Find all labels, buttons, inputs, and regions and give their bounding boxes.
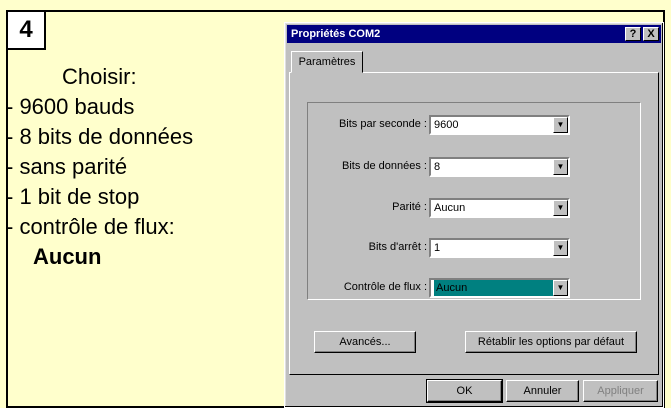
data-bits-value: 8	[434, 161, 441, 173]
instruction-emphasis: Aucun	[33, 244, 102, 269]
field-row-data-bits: Bits de données : 8 ▼	[285, 157, 665, 177]
instruction-item: - sans parité	[6, 154, 128, 179]
stop-bits-label: Bits d'arrêt :	[368, 241, 427, 253]
flow-control-select[interactable]: Aucun ▼	[429, 278, 570, 298]
field-row-flow-control: Contrôle de flux : Aucun ▼	[285, 278, 665, 298]
flow-control-value: Aucun	[434, 280, 554, 296]
close-button[interactable]: X	[643, 27, 659, 41]
chevron-down-icon[interactable]: ▼	[553, 117, 568, 133]
parity-value: Aucun	[434, 202, 466, 214]
apply-button[interactable]: Appliquer	[583, 380, 658, 402]
instruction-item: - 9600 bauds	[6, 94, 135, 119]
stop-bits-select[interactable]: 1 ▼	[429, 238, 570, 258]
chevron-down-icon[interactable]: ▼	[553, 159, 568, 175]
chevron-down-icon[interactable]: ▼	[553, 240, 568, 256]
dialog-title: Propriétés COM2	[291, 28, 381, 40]
stop-bits-value: 1	[434, 242, 441, 254]
chevron-down-icon[interactable]: ▼	[553, 280, 568, 296]
data-bits-label: Bits de données :	[341, 160, 427, 172]
flow-control-label: Contrôle de flux :	[343, 281, 427, 293]
cancel-button[interactable]: Annuler	[506, 380, 579, 402]
restore-defaults-button[interactable]: Rétablir les options par défaut	[465, 331, 637, 353]
field-row-parity: Parité : Aucun ▼	[285, 198, 665, 218]
instructions: Choisir: - 9600 bauds - 8 bits de donnée…	[6, 62, 193, 272]
instruction-item: - contrôle de flux:	[6, 214, 175, 239]
step-number-badge: 4	[6, 10, 46, 50]
field-row-bits-per-second: Bits par seconde : 9600 ▼	[285, 115, 665, 135]
instruction-item: - 8 bits de données	[6, 124, 194, 149]
com-properties-dialog: Propriétés COM2 ? X Paramètres Bits par …	[284, 22, 664, 408]
parity-label: Parité :	[392, 201, 427, 213]
help-button[interactable]: ?	[625, 27, 641, 41]
bits-per-second-label: Bits par seconde :	[338, 118, 427, 130]
data-bits-select[interactable]: 8 ▼	[429, 157, 570, 177]
instructions-title: Choisir:	[62, 64, 137, 89]
ok-button[interactable]: OK	[426, 379, 503, 403]
field-row-stop-bits: Bits d'arrêt : 1 ▼	[285, 238, 665, 258]
instruction-item: - 1 bit de stop	[6, 184, 140, 209]
bits-per-second-select[interactable]: 9600 ▼	[429, 115, 570, 135]
bits-per-second-value: 9600	[434, 119, 459, 131]
chevron-down-icon[interactable]: ▼	[553, 200, 568, 216]
tab-parametres[interactable]: Paramètres	[291, 51, 363, 73]
advanced-button[interactable]: Avancés...	[314, 331, 416, 353]
parity-select[interactable]: Aucun ▼	[429, 198, 570, 218]
dialog-titlebar[interactable]: Propriétés COM2 ? X	[287, 25, 661, 43]
